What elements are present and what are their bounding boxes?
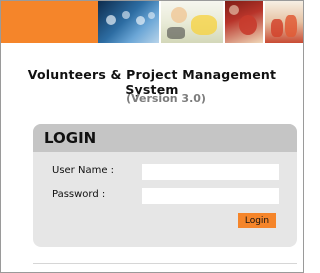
- banner-photo-strip: [98, 1, 303, 43]
- header-banner: [1, 1, 303, 43]
- footer-divider: [33, 263, 297, 264]
- chemistry-bottles-photo: [265, 1, 303, 43]
- login-page: Volunteers & Project Management System (…: [0, 0, 304, 273]
- login-panel: LOGIN User Name : Password : Login: [33, 124, 297, 247]
- password-row: Password :: [33, 188, 297, 204]
- username-row: User Name :: [33, 164, 297, 180]
- lab-glassware-photo: [98, 1, 160, 43]
- username-label: User Name :: [52, 165, 115, 176]
- chemistry-flask-photo: [224, 1, 264, 43]
- login-heading: LOGIN: [33, 124, 297, 152]
- password-input[interactable]: [142, 188, 279, 204]
- login-button[interactable]: Login: [238, 213, 276, 228]
- version-label: (Version 3.0): [126, 92, 206, 105]
- password-label: Password :: [52, 189, 106, 200]
- scientist-microscope-photo: [161, 1, 223, 43]
- username-input[interactable]: [142, 164, 279, 180]
